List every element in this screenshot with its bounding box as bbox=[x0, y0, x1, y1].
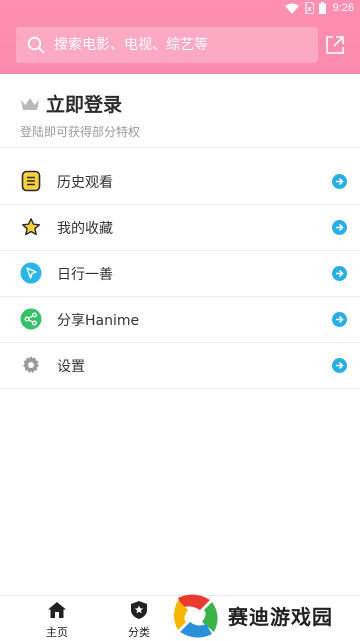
wifi-icon bbox=[284, 3, 299, 14]
gear-icon bbox=[20, 354, 42, 376]
watermark-text: 赛迪游戏园 bbox=[228, 605, 333, 629]
star-icon bbox=[20, 216, 42, 238]
menu-item-daily-good[interactable]: 日行一善 bbox=[0, 251, 360, 297]
search-box[interactable] bbox=[16, 27, 318, 63]
nav-home[interactable]: 主页 bbox=[27, 598, 87, 640]
nav-category[interactable]: 分类 bbox=[109, 598, 169, 640]
arrow-right-icon bbox=[332, 266, 347, 281]
battery-icon bbox=[318, 2, 326, 14]
watermark-logo-icon bbox=[174, 593, 218, 638]
menu-item-share[interactable]: 分享Hanime bbox=[0, 297, 360, 343]
menu-list: 历史观看 我的收藏 日行一善 分享Hanime 设置 bbox=[0, 159, 360, 389]
sim-icon bbox=[304, 2, 314, 14]
arrow-right-icon bbox=[332, 358, 347, 373]
menu-label-favorites: 我的收藏 bbox=[57, 220, 113, 237]
menu-item-favorites[interactable]: 我的收藏 bbox=[0, 205, 360, 251]
nav-home-label: 主页 bbox=[46, 626, 68, 639]
menu-item-settings[interactable]: 设置 bbox=[0, 343, 360, 389]
menu-label-daily-good: 日行一善 bbox=[57, 266, 113, 283]
search-icon bbox=[26, 35, 46, 55]
arrow-right-icon bbox=[332, 174, 347, 189]
search-input[interactable] bbox=[54, 37, 304, 53]
arrow-right-icon bbox=[332, 312, 347, 327]
home-icon bbox=[27, 598, 87, 622]
crown-icon bbox=[21, 97, 39, 110]
status-bar: 9:26 bbox=[0, 0, 360, 18]
nav-category-label: 分类 bbox=[128, 626, 150, 639]
divider bbox=[0, 147, 360, 148]
login-block[interactable]: 立即登录 登陆即可获得部分特权 bbox=[20, 90, 340, 139]
arrow-right-icon bbox=[332, 220, 347, 235]
menu-item-history[interactable]: 历史观看 bbox=[0, 159, 360, 205]
cursor-icon bbox=[20, 262, 42, 284]
status-time: 9:26 bbox=[332, 2, 354, 14]
menu-label-settings: 设置 bbox=[57, 358, 85, 375]
share-external-icon[interactable] bbox=[322, 32, 348, 58]
menu-label-share: 分享Hanime bbox=[57, 312, 140, 329]
menu-label-history: 历史观看 bbox=[57, 174, 113, 191]
history-icon bbox=[20, 170, 42, 192]
login-subtitle: 登陆即可获得部分特权 bbox=[20, 125, 141, 139]
category-icon bbox=[109, 598, 169, 622]
header: 9:26 bbox=[0, 0, 360, 74]
watermark: 赛迪游戏园 bbox=[170, 590, 360, 641]
share-icon bbox=[20, 308, 42, 330]
login-title[interactable]: 立即登录 bbox=[46, 90, 122, 117]
